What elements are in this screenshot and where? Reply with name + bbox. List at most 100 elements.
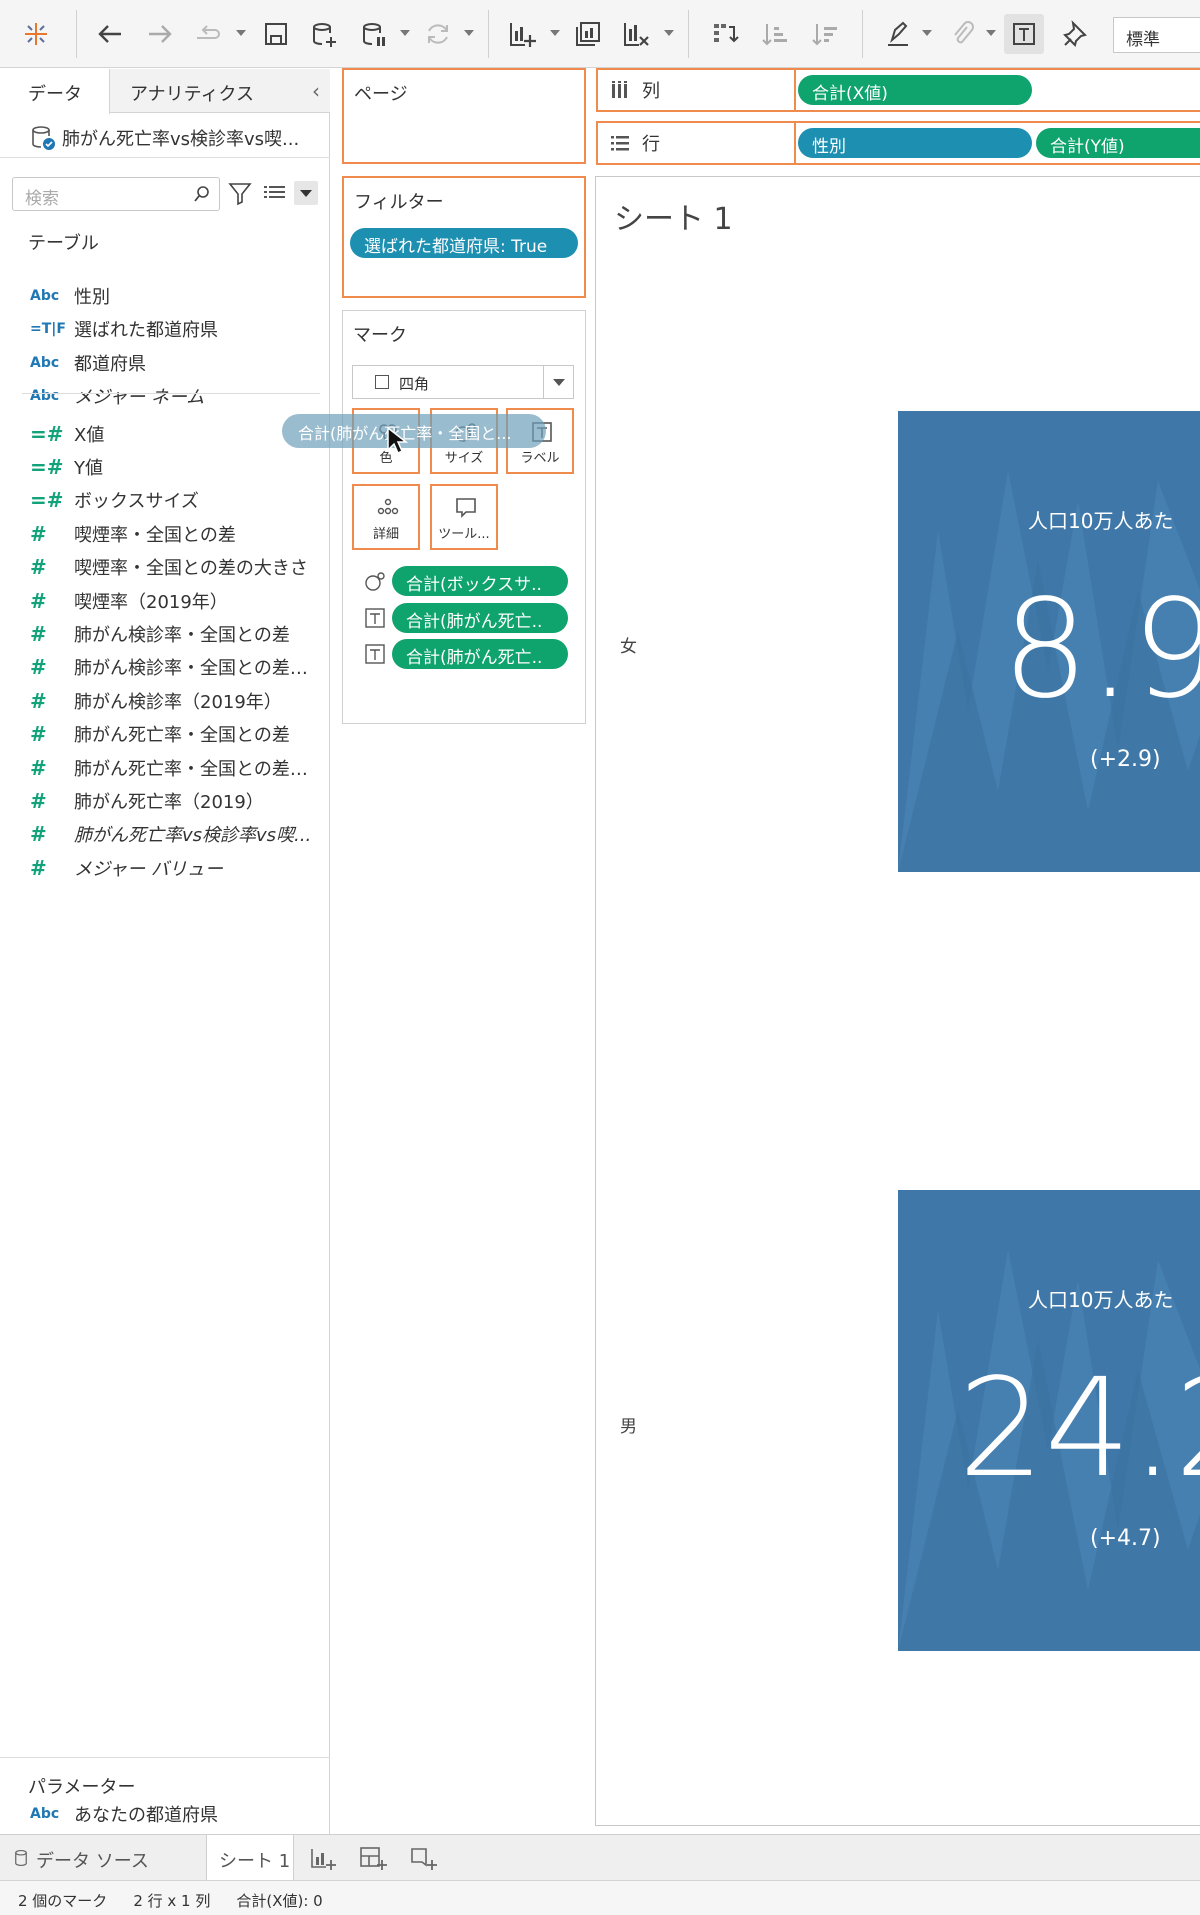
kpi-tile-male[interactable]: 人口10万人あた 24.2 (+4.7)	[898, 1190, 1200, 1651]
rows-pill-gender[interactable]: 性別	[798, 128, 1032, 158]
measure-type-icon: #	[30, 521, 47, 546]
field-item[interactable]: # 喫煙率（2019年）	[0, 586, 325, 616]
field-name: 肺がん死亡率vs検診率vs喫...	[74, 825, 312, 847]
mark-pill-size[interactable]: 合計(ボックスサ..	[392, 566, 568, 596]
field-name: 肺がん死亡率・全国との差の...	[74, 758, 324, 780]
fix-axes-icon[interactable]	[1056, 14, 1096, 54]
filter-icon[interactable]	[226, 179, 254, 207]
parameters-title: パラメーター	[28, 1777, 136, 1798]
tab-data[interactable]: データ	[0, 69, 110, 114]
mark-pill-label-1[interactable]: 合計(肺がん死亡..	[392, 603, 568, 633]
field-item[interactable]: # 肺がん死亡率・全国との差	[0, 719, 325, 749]
refresh-dropdown-icon[interactable]	[464, 30, 474, 36]
row-header-female[interactable]: 女	[620, 632, 637, 657]
field-item[interactable]: # メジャー バリュー	[0, 853, 325, 883]
duplicate-sheet-icon[interactable]	[568, 14, 608, 54]
field-item[interactable]: # 肺がん検診率・全国との差の...	[0, 652, 325, 682]
refresh-icon[interactable]	[418, 14, 458, 54]
pages-card[interactable]: ページ	[342, 68, 586, 164]
highlight-dropdown-icon[interactable]	[922, 30, 932, 36]
boolean-type-icon: =T|F	[30, 321, 66, 338]
field-item[interactable]: =# X値	[0, 419, 325, 449]
text-encoding-icon	[365, 644, 385, 664]
datasource-item[interactable]: 肺がん死亡率vs検診率vs喫...	[30, 123, 299, 153]
field-item[interactable]: # 肺がん検診率・全国との差	[0, 619, 325, 649]
status-marks-count: 2 個のマーク	[18, 1892, 108, 1910]
redo-icon[interactable]	[140, 14, 180, 54]
field-item[interactable]: Abc 性別	[0, 281, 325, 311]
measure-type-icon: #	[30, 822, 47, 847]
clear-dropdown-icon[interactable]	[664, 30, 674, 36]
field-item[interactable]: # 肺がん死亡率vs検診率vs喫...	[0, 819, 325, 849]
filter-pill[interactable]: 選ばれた都道府県: True	[350, 228, 578, 258]
mark-pill-label-2[interactable]: 合計(肺がん死亡..	[392, 639, 568, 669]
show-labels-icon[interactable]	[1004, 14, 1044, 54]
tab-analytics[interactable]: アナリティクス	[130, 69, 254, 113]
measure-type-icon: =#	[30, 488, 64, 513]
sheet-tab[interactable]: シート 1	[206, 1835, 294, 1882]
replay-icon[interactable]	[188, 14, 228, 54]
new-worksheet-icon[interactable]	[308, 1845, 338, 1873]
detail-button-label: 詳細	[372, 527, 399, 542]
tooltip-button[interactable]: ツール...	[430, 484, 498, 550]
field-search-input[interactable]: 検索	[12, 177, 220, 211]
field-name: 性別	[74, 287, 110, 308]
parameter-item[interactable]: Abc あなたの都道府県	[0, 1799, 325, 1829]
new-story-icon[interactable]	[408, 1845, 438, 1873]
field-item[interactable]: # 肺がん検診率（2019年）	[0, 686, 325, 716]
tile-diff: (+2.9)	[1090, 747, 1161, 772]
row-header-male[interactable]: 男	[620, 1412, 637, 1437]
view-options-dropdown[interactable]	[294, 181, 318, 205]
text-encoding-icon	[365, 608, 385, 628]
sort-descending-icon[interactable]	[804, 14, 844, 54]
group-dropdown-icon[interactable]	[986, 30, 996, 36]
field-item[interactable]: Abc 都道府県	[0, 348, 325, 378]
kpi-tile-female[interactable]: 人口10万人あた 8.9 (+2.9)	[898, 411, 1200, 872]
autoupdate-dropdown-icon[interactable]	[400, 30, 410, 36]
replay-dropdown-icon[interactable]	[236, 30, 246, 36]
view-list-icon[interactable]	[262, 181, 288, 205]
toolbar-separator	[688, 10, 689, 58]
field-name: 肺がん死亡率・全国との差	[74, 725, 290, 747]
rows-pill-y[interactable]: 合計(Y値)	[1036, 128, 1200, 158]
columns-label: 列	[600, 70, 790, 110]
field-name: メジャー バリュー	[74, 858, 223, 880]
tables-title: テーブル	[28, 233, 99, 254]
field-item[interactable]: =# ボックスサイズ	[0, 485, 325, 515]
detail-button[interactable]: 詳細	[352, 484, 420, 550]
datasource-tab[interactable]: データ ソース	[14, 1835, 204, 1881]
new-dashboard-icon[interactable]	[358, 1845, 388, 1873]
field-item[interactable]: # 喫煙率・全国との差の大きさ	[0, 552, 325, 582]
new-worksheet-dropdown-icon[interactable]	[550, 30, 560, 36]
new-worksheet-icon[interactable]	[502, 14, 542, 54]
swap-icon[interactable]	[704, 14, 744, 54]
collapse-pane-icon[interactable]: ‹	[312, 79, 320, 103]
field-item[interactable]: Abc メジャー ネーム	[0, 381, 325, 411]
tile-label: 人口10万人あた	[1028, 509, 1174, 533]
sort-ascending-icon[interactable]	[754, 14, 794, 54]
new-datasource-icon[interactable]	[304, 14, 344, 54]
mark-type-select[interactable]: 四角	[352, 365, 574, 399]
tableau-logo-icon[interactable]	[16, 14, 56, 54]
field-item[interactable]: =# Y値	[0, 452, 325, 482]
data-pane: データ アナリティクス ‹ 肺がん死亡率vs検診率vs喫... 検索 テーブル …	[0, 69, 330, 1834]
field-item[interactable]: =T|F 選ばれた都道府県	[0, 314, 325, 344]
group-icon[interactable]	[942, 14, 982, 54]
field-item[interactable]: # 喫煙率・全国との差	[0, 519, 325, 549]
clear-sheet-icon[interactable]	[616, 14, 656, 54]
field-name: メジャー ネーム	[74, 387, 205, 409]
datasource-icon	[15, 1849, 27, 1867]
chevron-down-icon	[543, 366, 573, 398]
field-name: ボックスサイズ	[74, 491, 199, 513]
field-item[interactable]: # 肺がん死亡率（2019）	[0, 786, 325, 816]
undo-icon[interactable]	[90, 14, 130, 54]
fit-select[interactable]: 標準	[1113, 17, 1200, 53]
rows-label: 行	[600, 123, 790, 163]
save-icon[interactable]	[256, 14, 296, 54]
measure-type-icon: #	[30, 588, 47, 613]
filters-card[interactable]: フィルター 選ばれた都道府県: True	[342, 176, 586, 298]
columns-pill-x[interactable]: 合計(X値)	[798, 75, 1032, 105]
field-item[interactable]: # 肺がん死亡率・全国との差の...	[0, 753, 325, 783]
highlight-icon[interactable]	[878, 14, 918, 54]
pause-autoupdate-icon[interactable]	[354, 14, 394, 54]
